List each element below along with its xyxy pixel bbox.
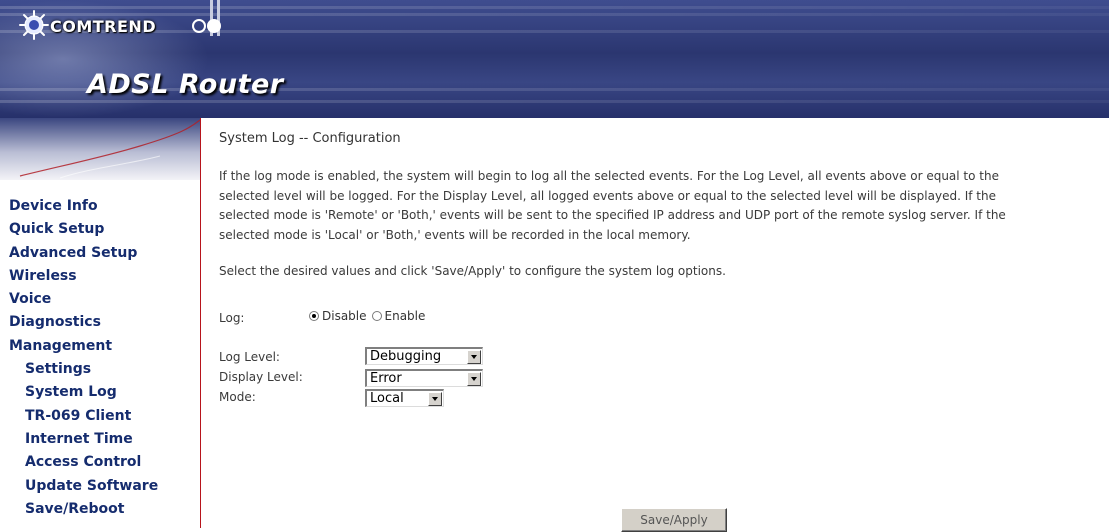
sidebar-subitem-internet-time[interactable]: Internet Time bbox=[9, 428, 199, 451]
mode-value: Local bbox=[370, 391, 404, 406]
log-level-value: Debugging bbox=[370, 349, 442, 364]
sidebar-subitem-update-software[interactable]: Update Software bbox=[9, 475, 199, 498]
save-apply-button[interactable]: Save/Apply bbox=[621, 508, 727, 532]
log-disable-label: Disable bbox=[322, 309, 367, 323]
chevron-down-icon[interactable] bbox=[467, 349, 481, 364]
description-line: If the log mode is enabled, the system w… bbox=[219, 169, 999, 183]
mode-label: Mode: bbox=[219, 390, 256, 404]
mode-select[interactable]: Local bbox=[365, 389, 444, 407]
display-level-label: Display Level: bbox=[219, 370, 303, 384]
page-title: System Log -- Configuration bbox=[219, 131, 401, 146]
log-radio-group: Disable Enable bbox=[309, 309, 425, 323]
instructions-text: Select the desired values and click 'Sav… bbox=[219, 264, 726, 278]
brand-name: COMTREND bbox=[50, 17, 157, 36]
sidebar-menu: Device Info Quick Setup Advanced Setup W… bbox=[9, 195, 199, 521]
sidebar-subitem-system-log[interactable]: System Log bbox=[9, 381, 199, 404]
sidebar-item-diagnostics[interactable]: Diagnostics bbox=[9, 311, 199, 334]
chevron-down-icon[interactable] bbox=[428, 391, 442, 406]
signal-wave-icon bbox=[19, 119, 200, 179]
comtrend-logo-icon bbox=[19, 10, 49, 40]
sidebar-subitem-tr069-client[interactable]: TR-069 Client bbox=[9, 405, 199, 428]
log-level-select[interactable]: Debugging bbox=[365, 347, 483, 365]
sidebar-item-device-info[interactable]: Device Info bbox=[9, 195, 199, 218]
sidebar-subitem-settings[interactable]: Settings bbox=[9, 358, 199, 381]
log-label: Log: bbox=[219, 311, 245, 325]
log-enable-radio[interactable] bbox=[371, 311, 382, 321]
sidebar-divider bbox=[200, 118, 201, 528]
logo-ring-icon bbox=[192, 19, 206, 33]
chevron-down-icon[interactable] bbox=[467, 371, 481, 386]
log-enable-label: Enable bbox=[384, 309, 426, 323]
sidebar-subitem-access-control[interactable]: Access Control bbox=[9, 451, 199, 474]
sidebar-item-wireless[interactable]: Wireless bbox=[9, 265, 199, 288]
display-level-select[interactable]: Error bbox=[365, 369, 483, 387]
log-disable-radio[interactable] bbox=[309, 311, 319, 321]
sidebar-item-management[interactable]: Management bbox=[9, 335, 199, 358]
main-content: System Log -- Configuration If the log m… bbox=[219, 0, 1109, 532]
display-level-value: Error bbox=[370, 371, 402, 386]
sidebar-item-advanced-setup[interactable]: Advanced Setup bbox=[9, 242, 199, 265]
description-line: selected mode is 'Local' or 'Both,' even… bbox=[219, 227, 691, 242]
description-line: selected mode is 'Remote' or 'Both,' eve… bbox=[219, 208, 1006, 222]
sidebar-subitem-save-reboot[interactable]: Save/Reboot bbox=[9, 498, 199, 521]
sidebar-item-voice[interactable]: Voice bbox=[9, 288, 199, 311]
description-line: selected level will be logged. For the D… bbox=[219, 188, 996, 203]
description-text: If the log mode is enabled, the system w… bbox=[219, 167, 1107, 245]
sidebar-header-graphic bbox=[0, 118, 200, 180]
sidebar-item-quick-setup[interactable]: Quick Setup bbox=[9, 218, 199, 241]
log-level-label: Log Level: bbox=[219, 350, 280, 364]
